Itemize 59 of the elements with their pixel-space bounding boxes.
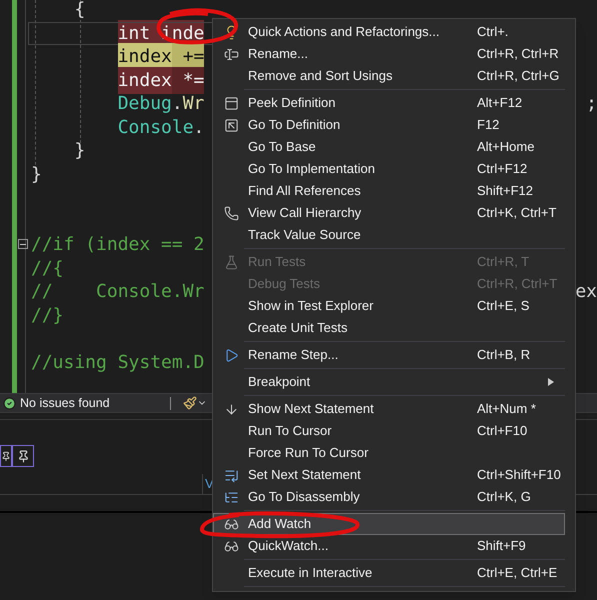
code-token: Debug bbox=[118, 92, 172, 116]
pin-button[interactable] bbox=[0, 445, 12, 467]
code-comment: //{ bbox=[31, 256, 64, 281]
menu-item[interactable]: Create Unit Tests bbox=[213, 317, 565, 339]
text-cursor-icon bbox=[224, 46, 238, 62]
arrow-down-icon bbox=[224, 402, 238, 416]
menu-item[interactable]: Add Watch bbox=[213, 513, 565, 535]
menu-item[interactable]: Run To Cursor Ctrl+F10 bbox=[213, 420, 565, 442]
menu-item[interactable]: Track Value Source bbox=[213, 224, 565, 246]
menu-item[interactable]: Go To Base Alt+Home bbox=[213, 136, 565, 158]
code-comment: // Console.Wr bbox=[31, 280, 204, 304]
collapse-toggle[interactable] bbox=[18, 239, 28, 249]
panel-icon bbox=[224, 96, 238, 110]
glasses-icon bbox=[224, 538, 238, 554]
code-token: index bbox=[118, 66, 172, 94]
code-cleanup-button[interactable] bbox=[182, 396, 207, 410]
menu-item[interactable]: Show in Test Explorer Ctrl+E, S bbox=[213, 295, 565, 317]
menu-item[interactable]: Rename Step... Ctrl+B, R bbox=[213, 344, 565, 366]
submenu-arrow-icon bbox=[548, 378, 554, 386]
code-comment: //if (index == 2 bbox=[31, 233, 204, 258]
menu-item[interactable]: Breakpoint bbox=[213, 371, 565, 393]
list-icon bbox=[224, 468, 238, 482]
menu-item[interactable]: Remove and Sort Usings Ctrl+R, Ctrl+G bbox=[213, 65, 565, 87]
pin-icon bbox=[16, 450, 30, 462]
pin-icon bbox=[1, 450, 11, 462]
menu-item[interactable]: Go To Disassembly Ctrl+K, G bbox=[213, 486, 565, 508]
menu-item[interactable]: Go To Definition F12 bbox=[213, 114, 565, 136]
play-icon bbox=[224, 348, 238, 362]
menu-item[interactable]: Go To Implementation Ctrl+F12 bbox=[213, 158, 565, 180]
status-message: No issues found bbox=[20, 394, 110, 412]
menu-item[interactable]: Show Next Statement Alt+Num * bbox=[213, 398, 565, 420]
code-token: { bbox=[74, 0, 86, 22]
flask-icon bbox=[224, 254, 238, 270]
brush-icon bbox=[182, 396, 197, 410]
phone-icon bbox=[224, 206, 238, 220]
code-token: } bbox=[31, 162, 42, 187]
code-token: *= bbox=[172, 66, 204, 94]
code-token: ; bbox=[586, 92, 597, 116]
code-token: Wr bbox=[182, 92, 204, 116]
menu-item[interactable]: Quick Actions and Refactorings... Ctrl+. bbox=[213, 21, 565, 43]
code-token: . bbox=[172, 92, 183, 116]
menu-item[interactable]: Rename... Ctrl+R, Ctrl+R bbox=[213, 43, 565, 65]
code-token: ex bbox=[575, 280, 597, 304]
code-comment: //} bbox=[31, 304, 64, 328]
menu-item[interactable]: Find All References Shift+F12 bbox=[213, 180, 565, 202]
code-token: . bbox=[194, 116, 204, 140]
menu-item[interactable]: Execute in Interactive Ctrl+E, Ctrl+E bbox=[213, 562, 565, 584]
pin-button[interactable] bbox=[12, 445, 34, 467]
menu-item[interactable]: Set Next Statement Ctrl+Shift+F10 bbox=[213, 464, 565, 486]
code-token: Console bbox=[118, 116, 194, 140]
code-comment: //using System.D bbox=[31, 350, 204, 375]
menu-item[interactable]: QuickWatch... Shift+F9 bbox=[213, 535, 565, 557]
menu-item[interactable]: Force Run To Cursor bbox=[213, 442, 565, 464]
list-icon bbox=[224, 490, 238, 504]
glasses-icon bbox=[224, 516, 238, 532]
menu-item[interactable]: Peek Definition Alt+F12 bbox=[213, 92, 565, 114]
code-token: } bbox=[74, 139, 86, 164]
check-icon bbox=[3, 396, 16, 410]
menu-item[interactable]: View Call Hierarchy Ctrl+K, Ctrl+T bbox=[213, 202, 565, 224]
